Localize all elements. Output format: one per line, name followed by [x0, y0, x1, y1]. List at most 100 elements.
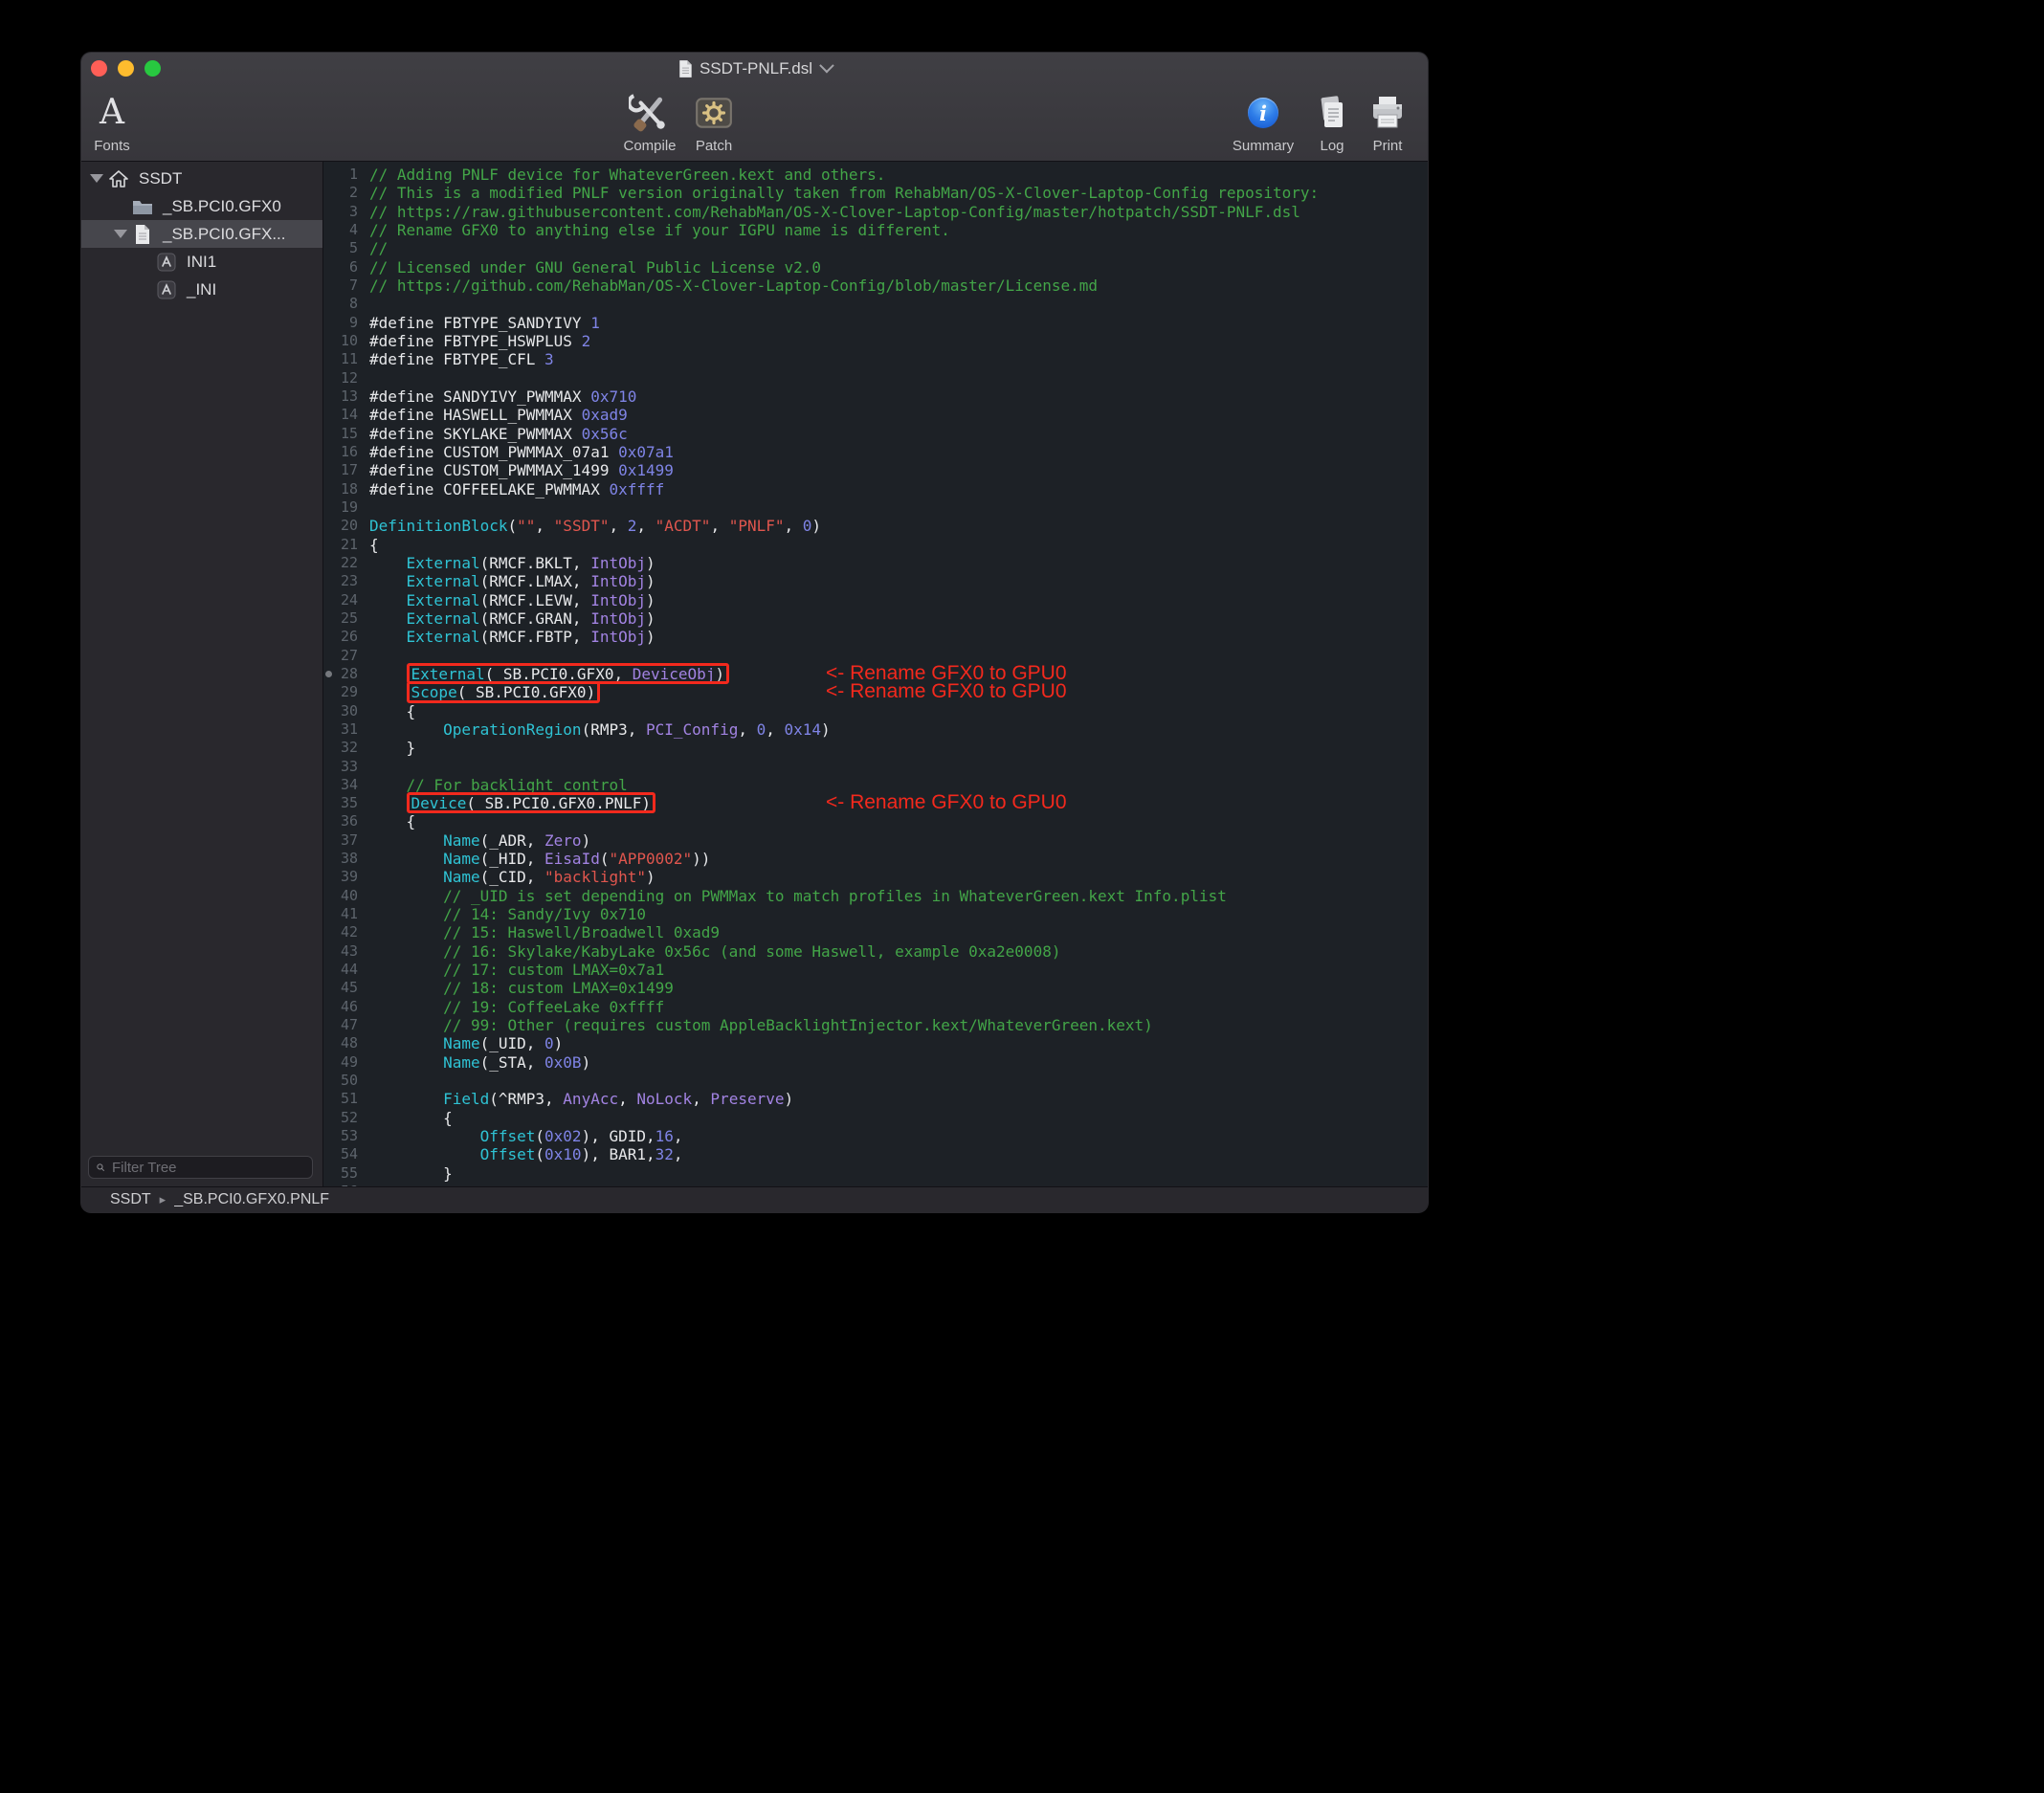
- statusbar-path-item[interactable]: _SB.PCI0.GFX0.PNLF: [174, 1191, 329, 1208]
- zoom-button[interactable]: [144, 60, 161, 77]
- code-line[interactable]: 29 Scope(_SB.PCI0.GFX0)<- Rename GFX0 to…: [323, 683, 1428, 701]
- titlebar[interactable]: SSDT-PNLF.dsl: [81, 53, 1428, 84]
- code-line[interactable]: 25 External(RMCF.GRAN, IntObj): [323, 609, 1428, 628]
- code-line[interactable]: 5//: [323, 239, 1428, 257]
- code-text: // This is a modified PNLF version origi…: [369, 184, 1319, 202]
- sidebar-item-sb-pci0-gfx0-pnlf[interactable]: _SB.PCI0.GFX...: [81, 220, 322, 248]
- filter-tree-input[interactable]: [110, 1159, 304, 1177]
- code-line[interactable]: 38 Name(_HID, EisaId("APP0002")): [323, 850, 1428, 868]
- code-token: [369, 961, 443, 979]
- toolbar-label: Fonts: [94, 138, 130, 154]
- code-line[interactable]: 10#define FBTYPE_HSWPLUS 2: [323, 332, 1428, 350]
- code-line[interactable]: 55 }: [323, 1164, 1428, 1183]
- code-line[interactable]: 1// Adding PNLF device for WhateverGreen…: [323, 166, 1428, 184]
- line-number: 33: [323, 758, 358, 776]
- code-line[interactable]: 51 Field(^RMP3, AnyAcc, NoLock, Preserve…: [323, 1090, 1428, 1108]
- disclosure-triangle[interactable]: [90, 174, 103, 183]
- line-number: 25: [323, 609, 358, 628]
- code-text: }: [369, 1164, 453, 1183]
- code-line[interactable]: 46 // 19: CoffeeLake 0xffff: [323, 998, 1428, 1016]
- code-line[interactable]: 26 External(RMCF.FBTP, IntObj): [323, 628, 1428, 646]
- code-line[interactable]: 36 {: [323, 812, 1428, 830]
- code-line[interactable]: 16#define CUSTOM_PWMMAX_07a1 0x07a1: [323, 443, 1428, 461]
- code-line[interactable]: 18#define COFFEELAKE_PWMMAX 0xffff: [323, 480, 1428, 498]
- close-button[interactable]: [91, 60, 107, 77]
- disclosure-triangle[interactable]: [114, 230, 127, 238]
- code-text: Name(_UID, 0): [369, 1034, 563, 1052]
- code-line[interactable]: 48 Name(_UID, 0): [323, 1034, 1428, 1052]
- code-line[interactable]: 44 // 17: custom LMAX=0x7a1: [323, 961, 1428, 979]
- code-line[interactable]: 13#define SANDYIVY_PWMMAX 0x710: [323, 387, 1428, 406]
- code-line[interactable]: 40 // _UID is set depending on PWMMax to…: [323, 887, 1428, 905]
- code-line[interactable]: 47 // 99: Other (requires custom AppleBa…: [323, 1016, 1428, 1034]
- code-line[interactable]: 35 Device(_SB.PCI0.GFX0.PNLF)<- Rename G…: [323, 794, 1428, 812]
- code-text: // 17: custom LMAX=0x7a1: [369, 961, 664, 979]
- code-line[interactable]: 11#define FBTYPE_CFL 3: [323, 350, 1428, 368]
- rename-annotation: <- Rename GFX0 to GPU0: [826, 793, 1067, 811]
- code-line[interactable]: 4// Rename GFX0 to anything else if your…: [323, 221, 1428, 239]
- code-token: (_ADR,: [480, 831, 544, 850]
- statusbar-path-root[interactable]: SSDT: [110, 1191, 151, 1208]
- code-line[interactable]: 43 // 16: Skylake/KabyLake 0x56c (and so…: [323, 942, 1428, 961]
- code-token: External: [411, 665, 485, 683]
- code-token: 0x1499: [618, 461, 674, 479]
- code-line[interactable]: 23 External(RMCF.LMAX, IntObj): [323, 572, 1428, 590]
- code-line[interactable]: 8: [323, 295, 1428, 313]
- code-token: ): [646, 591, 655, 609]
- line-number: 5: [323, 239, 358, 257]
- code-line[interactable]: 31 OperationRegion(RMP3, PCI_Config, 0, …: [323, 720, 1428, 739]
- code-editor[interactable]: 1// Adding PNLF device for WhateverGreen…: [323, 162, 1428, 1186]
- code-text: Name(_STA, 0x0B): [369, 1053, 590, 1072]
- code-token: (_SB.PCI0.GFX0): [457, 683, 596, 701]
- code-line[interactable]: 45 // 18: custom LMAX=0x1499: [323, 979, 1428, 997]
- code-line[interactable]: 14#define HASWELL_PWMMAX 0xad9: [323, 406, 1428, 424]
- code-line[interactable]: 52 {: [323, 1109, 1428, 1127]
- code-line[interactable]: 19: [323, 498, 1428, 517]
- code-line[interactable]: 2// This is a modified PNLF version orig…: [323, 184, 1428, 202]
- minimize-button[interactable]: [118, 60, 134, 77]
- document-proxy[interactable]: SSDT-PNLF.dsl: [678, 53, 832, 84]
- code-line[interactable]: 33: [323, 758, 1428, 776]
- code-line[interactable]: 15#define SKYLAKE_PWMMAX 0x56c: [323, 425, 1428, 443]
- fonts-button[interactable]: A Fonts: [81, 90, 165, 154]
- sidebar-item-ini1[interactable]: INI1: [81, 248, 322, 276]
- sidebar-item-sb-pci0-gfx0[interactable]: _SB.PCI0.GFX0: [81, 192, 322, 220]
- code-token: OperationRegion: [443, 720, 582, 739]
- code-line[interactable]: 22 External(RMCF.BKLT, IntObj): [323, 554, 1428, 572]
- code-line[interactable]: 54 Offset(0x10), BAR1,32,: [323, 1145, 1428, 1163]
- code-line[interactable]: 24 External(RMCF.LEVW, IntObj): [323, 591, 1428, 609]
- code-line[interactable]: 12: [323, 369, 1428, 387]
- sidebar-item-ssdt[interactable]: SSDT: [81, 165, 322, 192]
- code-line[interactable]: 3// https://raw.githubusercontent.com/Re…: [323, 203, 1428, 221]
- code-line[interactable]: 7// https://github.com/RehabMan/OS-X-Clo…: [323, 277, 1428, 295]
- code-line[interactable]: 50: [323, 1072, 1428, 1090]
- code-line[interactable]: 37 Name(_ADR, Zero): [323, 831, 1428, 850]
- code-line[interactable]: 30 {: [323, 702, 1428, 720]
- code-token: #define CUSTOM_PWMMAX_07a1: [369, 443, 618, 461]
- code-line[interactable]: 32 }: [323, 739, 1428, 757]
- patch-button[interactable]: Patch: [661, 90, 766, 154]
- code-line[interactable]: 20DefinitionBlock("", "SSDT", 2, "ACDT",…: [323, 517, 1428, 535]
- filter-tree-field[interactable]: [88, 1156, 313, 1179]
- code-line[interactable]: 9#define FBTYPE_SANDYIVY 1: [323, 314, 1428, 332]
- code-token: [369, 831, 443, 850]
- code-line[interactable]: 6// Licensed under GNU General Public Li…: [323, 258, 1428, 277]
- code-line[interactable]: 41 // 14: Sandy/Ivy 0x710: [323, 905, 1428, 923]
- code-text: Name(_HID, EisaId("APP0002")): [369, 850, 710, 868]
- code-token: "ACDT": [655, 517, 711, 535]
- line-number: 21: [323, 536, 358, 554]
- line-number: 6: [323, 258, 358, 277]
- code-line[interactable]: 53 Offset(0x02), GDID,16,: [323, 1127, 1428, 1145]
- code-token: Device: [411, 794, 467, 812]
- code-line[interactable]: 42 // 15: Haswell/Broadwell 0xad9: [323, 923, 1428, 941]
- chevron-down-icon[interactable]: [819, 58, 834, 74]
- code-line[interactable]: 39 Name(_CID, "backlight"): [323, 868, 1428, 886]
- code-line[interactable]: 17#define CUSTOM_PWMMAX_1499 0x1499: [323, 461, 1428, 479]
- code-token: External: [407, 591, 480, 609]
- code-line[interactable]: 21{: [323, 536, 1428, 554]
- code-line[interactable]: 49 Name(_STA, 0x0B): [323, 1053, 1428, 1072]
- print-button[interactable]: Print: [1335, 90, 1428, 154]
- sidebar-item-ini[interactable]: _INI: [81, 276, 322, 303]
- code-text: // Rename GFX0 to anything else if your …: [369, 221, 950, 239]
- code-token: "APP0002": [609, 850, 692, 868]
